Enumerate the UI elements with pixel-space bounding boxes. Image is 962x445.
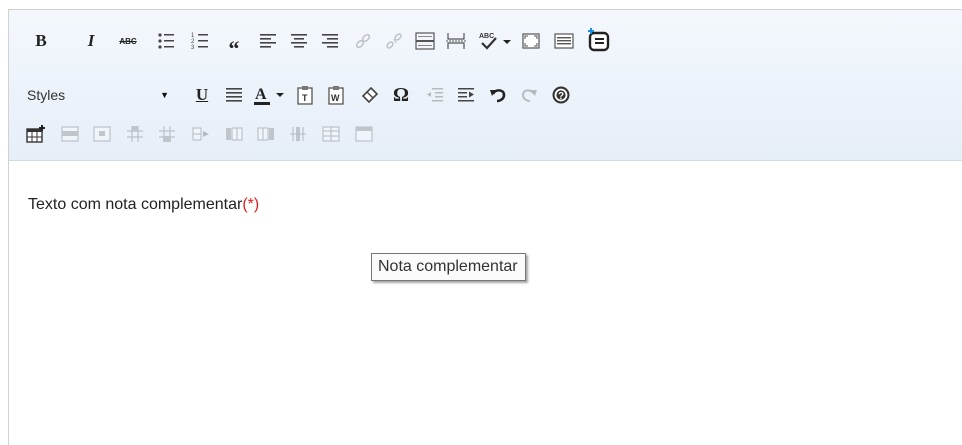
delete-table-icon	[355, 126, 373, 142]
align-center-icon	[291, 34, 307, 48]
svg-text:W: W	[331, 93, 340, 103]
page-break-button[interactable]	[445, 30, 467, 52]
bulleted-list-button[interactable]	[155, 30, 177, 52]
paste-text-icon: T	[297, 86, 313, 105]
blockquote-button[interactable]: “	[223, 30, 245, 60]
align-center-button[interactable]	[288, 30, 310, 52]
delete-col-icon	[290, 127, 306, 141]
show-blocks-icon	[554, 33, 574, 49]
table-row-button[interactable]	[59, 123, 81, 145]
font-color-button[interactable]: A	[253, 84, 287, 106]
insert-row-after-button[interactable]	[190, 123, 212, 145]
remove-format-button[interactable]	[359, 84, 381, 106]
editor-toolbar: B I ABC 1 2 3 “ ABC Styles ▼ U A T W Ω ?	[9, 10, 962, 161]
note-tooltip: Nota complementar	[371, 253, 526, 281]
outdent-icon	[427, 88, 443, 102]
merge-cells-button[interactable]	[156, 123, 178, 145]
styles-dropdown[interactable]: Styles ▼	[25, 84, 171, 106]
maximize-button[interactable]	[520, 30, 542, 52]
rich-text-editor: B I ABC 1 2 3 “ ABC Styles ▼ U A T W Ω ?…	[8, 9, 962, 445]
undo-button[interactable]	[487, 84, 509, 106]
svg-text:?: ?	[558, 91, 564, 102]
unlink-icon	[386, 33, 402, 49]
table-cell-button[interactable]	[91, 123, 113, 145]
delete-table-button[interactable]	[353, 123, 375, 145]
table-header-button[interactable]	[124, 123, 146, 145]
justify-icon	[226, 88, 242, 102]
editor-paragraph: Texto com nota complementar(*)	[28, 196, 259, 214]
svg-text:3: 3	[191, 45, 195, 50]
link-icon	[355, 33, 371, 49]
svg-text:T: T	[302, 93, 308, 103]
editor-content-area[interactable]: Texto com nota complementar(*) Nota comp…	[9, 161, 962, 445]
table-row-icon	[61, 126, 79, 142]
delete-row-icon	[322, 126, 340, 142]
align-left-button[interactable]	[257, 30, 279, 52]
table-header-icon	[127, 126, 143, 142]
undo-icon	[490, 89, 506, 103]
table-cell-icon	[93, 126, 111, 142]
styles-dropdown-value: Styles	[27, 87, 66, 103]
indent-icon	[458, 88, 474, 102]
paste-from-word-icon: W	[328, 86, 344, 105]
font-color-icon: A	[254, 86, 284, 105]
insert-col-before-icon	[226, 127, 243, 141]
spellcheck-icon: ABC	[479, 33, 511, 50]
chevron-down-icon: ▼	[160, 90, 169, 100]
svg-text:ABC: ABC	[479, 33, 494, 40]
align-left-icon	[260, 34, 276, 48]
paste-text-button[interactable]: T	[294, 84, 316, 106]
insert-table-button[interactable]	[25, 123, 47, 145]
merge-cells-icon	[159, 126, 175, 142]
increase-indent-button[interactable]	[455, 84, 477, 106]
paste-from-word-button[interactable]: W	[325, 84, 347, 106]
align-right-button[interactable]	[319, 30, 341, 52]
redo-icon	[521, 89, 537, 102]
bulleted-list-icon	[158, 33, 174, 49]
add-note-button[interactable]	[586, 27, 612, 53]
help-button[interactable]: ?	[550, 84, 572, 106]
svg-text:A: A	[255, 86, 267, 103]
insert-row-after-icon	[192, 127, 209, 141]
horizontal-rule-icon	[415, 32, 435, 50]
show-blocks-button[interactable]	[553, 30, 575, 52]
insert-col-before-button[interactable]	[223, 123, 245, 145]
justify-button[interactable]	[223, 84, 245, 106]
eraser-icon	[361, 86, 379, 104]
paragraph-text: Texto com nota complementar	[28, 196, 243, 213]
horizontal-rule-button[interactable]	[414, 30, 436, 52]
insert-table-icon	[26, 125, 45, 143]
spellcheck-button[interactable]: ABC	[479, 30, 513, 52]
redo-button[interactable]	[518, 84, 540, 106]
numbered-list-icon: 1 2 3	[191, 33, 208, 50]
add-note-icon	[588, 28, 610, 52]
help-icon: ?	[552, 86, 570, 104]
link-button[interactable]	[352, 30, 374, 52]
decrease-indent-button[interactable]	[424, 84, 446, 106]
page-break-icon	[446, 33, 466, 49]
strikethrough-button[interactable]: ABC	[117, 30, 139, 52]
numbered-list-button[interactable]: 1 2 3	[189, 30, 211, 52]
align-right-icon	[322, 34, 338, 48]
special-char-button[interactable]: Ω	[390, 84, 412, 106]
note-marker[interactable]: (*)	[242, 196, 259, 213]
maximize-icon	[522, 33, 540, 49]
delete-row-button[interactable]	[320, 123, 342, 145]
delete-col-button[interactable]	[287, 123, 309, 145]
bold-button[interactable]: B	[30, 30, 52, 52]
insert-col-after-icon	[257, 127, 274, 141]
unlink-button[interactable]	[383, 30, 405, 52]
italic-button[interactable]: I	[80, 30, 102, 52]
underline-button[interactable]: U	[191, 84, 213, 106]
insert-col-after-button[interactable]	[255, 123, 277, 145]
